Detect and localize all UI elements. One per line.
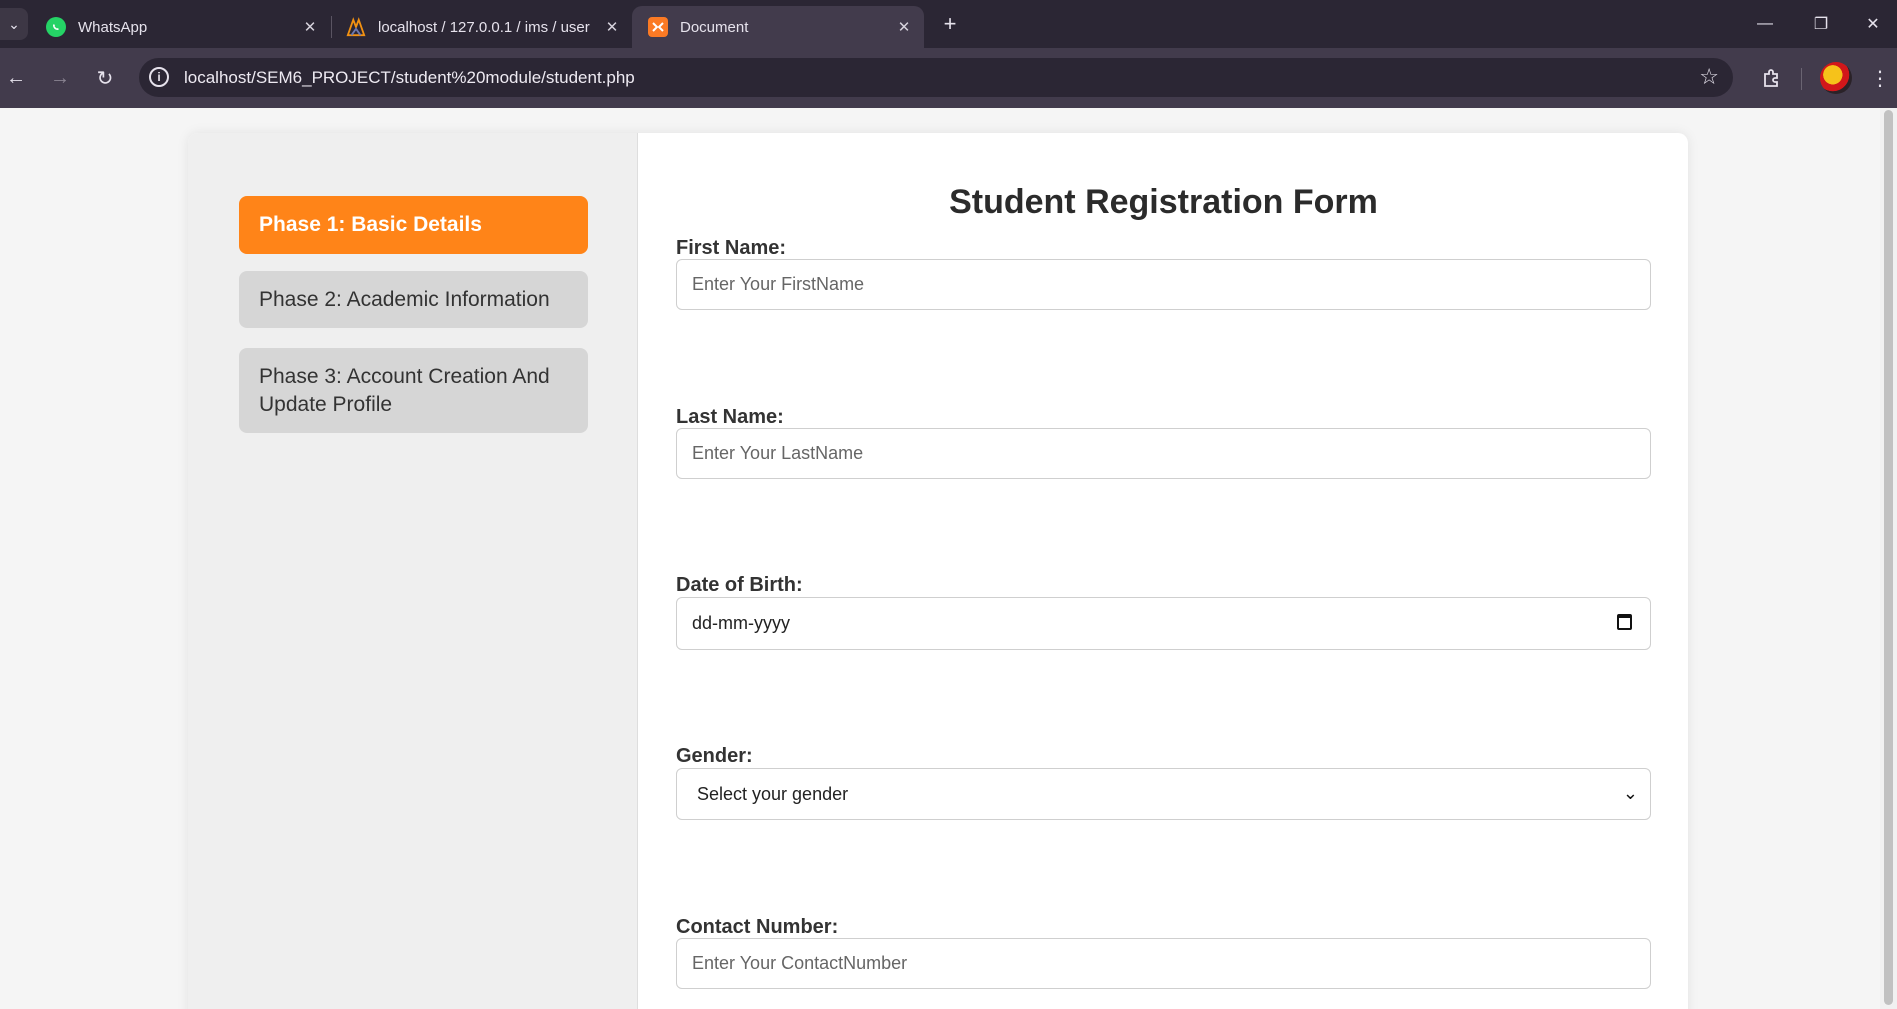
minimize-icon[interactable]: — [1737,6,1793,42]
dob-label: Date of Birth: [676,574,803,596]
tab-whatsapp[interactable]: WhatsApp ✕ [30,6,330,48]
new-tab-icon[interactable]: + [936,10,964,38]
dob-value: dd-mm-yyyy [692,613,790,633]
phase-label: Phase 2: Academic Information [259,287,550,311]
tab-phpmyadmin[interactable]: localhost / 127.0.0.1 / ims / user ✕ [330,6,632,48]
last-name-label: Last Name: [676,406,784,428]
address-bar[interactable]: i localhost/SEM6_PROJECT/student%20modul… [139,58,1733,97]
phase-label: Phase 1: Basic Details [259,213,482,236]
bookmark-star-icon[interactable]: ☆ [1699,64,1719,90]
whatsapp-icon [46,17,66,37]
url-text[interactable]: localhost/SEM6_PROJECT/student%20module/… [184,68,635,88]
first-name-input[interactable]: Enter Your FirstName [676,259,1651,310]
dob-input[interactable]: dd-mm-yyyy [676,597,1651,650]
registration-card: Phase 1: Basic Details Phase 2: Academic… [188,133,1688,1009]
phase-3-button[interactable]: Phase 3: Account Creation And Update Pro… [239,348,588,433]
calendar-icon[interactable] [1617,614,1632,630]
gender-select[interactable]: Select your gender ⌄ [676,768,1651,820]
tab-title: localhost / 127.0.0.1 / ims / user [378,18,590,36]
tab-search-chevron-icon[interactable]: ⌄ [0,8,28,40]
phase-2-button[interactable]: Phase 2: Academic Information [239,271,588,328]
xampp-icon [648,17,668,37]
forward-icon[interactable]: → [44,62,76,94]
contact-label: Contact Number: [676,916,839,938]
first-name-label: First Name: [676,237,787,259]
last-name-placeholder: Enter Your LastName [692,443,864,463]
tab-title: WhatsApp [78,18,148,36]
close-tab-icon[interactable]: ✕ [892,18,916,36]
close-window-icon[interactable]: ✕ [1849,6,1897,42]
close-tab-icon[interactable]: ✕ [600,18,624,36]
phase-1-button[interactable]: Phase 1: Basic Details [239,196,588,254]
registration-form: Student Registration Form First Name: En… [676,133,1651,1009]
page-viewport: Phase 1: Basic Details Phase 2: Academic… [0,108,1897,1009]
site-info-icon[interactable]: i [149,67,169,87]
menu-kebab-icon[interactable]: ⋮ [1866,62,1894,94]
tab-title: Document [680,18,749,36]
phase-sidebar: Phase 1: Basic Details Phase 2: Academic… [188,133,638,1009]
gender-selected: Select your gender [697,783,849,804]
phase-label: Phase 3: Account Creation And Update Pro… [259,364,550,416]
gender-label: Gender: [676,745,753,767]
scrollbar-thumb[interactable] [1884,110,1893,1005]
form-title: Student Registration Form [949,183,1378,221]
restore-icon[interactable]: ❐ [1793,6,1849,42]
tab-strip: ⌄ WhatsApp ✕ localhost / 127.0.0.1 / ims… [0,0,1897,48]
toolbar-divider [1801,68,1802,90]
browser-toolbar: ← → ↻ i localhost/SEM6_PROJECT/student%2… [0,48,1897,108]
extensions-icon[interactable] [1755,62,1787,94]
contact-input[interactable]: Enter Your ContactNumber [676,938,1651,989]
tab-document[interactable]: Document ✕ [632,6,924,48]
first-name-placeholder: Enter Your FirstName [692,274,865,294]
chevron-down-icon: ⌄ [1622,783,1638,803]
page-scrollbar[interactable] [1880,108,1897,1009]
back-icon[interactable]: ← [0,62,32,94]
contact-placeholder: Enter Your ContactNumber [692,953,908,973]
close-tab-icon[interactable]: ✕ [298,18,322,36]
profile-avatar[interactable] [1820,62,1852,94]
phpmyadmin-icon [346,17,366,37]
reload-icon[interactable]: ↻ [89,62,121,94]
last-name-input[interactable]: Enter Your LastName [676,428,1651,479]
